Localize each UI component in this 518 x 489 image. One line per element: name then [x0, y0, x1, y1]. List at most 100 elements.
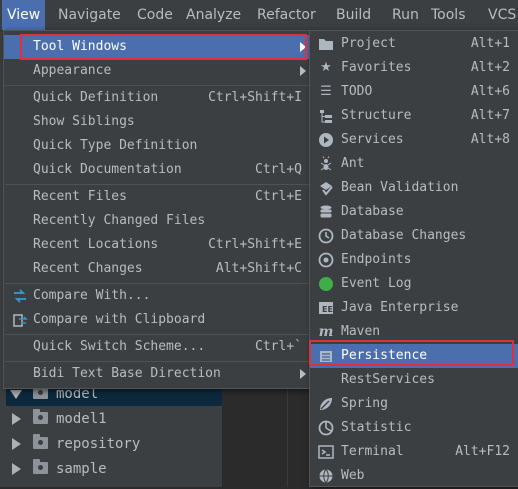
menu-navigate[interactable]: Navigate [58, 0, 121, 30]
menu-item-recent-locations[interactable]: Recent Locations Ctrl+Shift+E [4, 233, 310, 257]
submenu-arrow-icon [300, 369, 306, 379]
tree-item-label: sample [56, 461, 107, 477]
menu-item-appearance[interactable]: Appearance [4, 59, 310, 83]
menu-item-label: Compare with Clipboard [33, 312, 206, 327]
tree-item-model1[interactable]: model1 [6, 407, 222, 431]
menu-item-spring[interactable]: Spring [310, 392, 518, 416]
menu-item-quick-documentation[interactable]: Quick Documentation Ctrl+Q [4, 158, 310, 182]
terminal-icon [318, 444, 334, 460]
menu-item-event-log[interactable]: Event Log [310, 272, 518, 296]
menu-item-label: Ant [341, 156, 365, 171]
menu-item-label: TODO [341, 84, 373, 99]
menu-item-restservices[interactable]: RestServices [310, 368, 518, 392]
menu-build[interactable]: Build [336, 0, 371, 30]
menu-item-shortcut: Ctrl+Q [255, 162, 302, 177]
main-menubar: View Navigate Code Analyze Refactor Buil… [0, 0, 518, 31]
menu-item-label: Bean Validation [341, 180, 459, 195]
list-icon: ☰ [320, 84, 332, 99]
menu-item-recently-changed-files[interactable]: Recently Changed Files [4, 209, 310, 233]
menu-item-quick-definition[interactable]: Quick Definition Ctrl+Shift+I [4, 86, 310, 110]
services-icon [318, 132, 334, 148]
clipboard-compare-icon [12, 312, 28, 328]
menu-item-ant[interactable]: Ant [310, 152, 518, 176]
tree-item-label: repository [56, 436, 141, 452]
menu-tools[interactable]: Tools [431, 0, 466, 30]
menu-item-shortcut: Alt+6 [470, 84, 510, 99]
menu-run[interactable]: Run [392, 0, 419, 30]
menu-code[interactable]: Code [137, 0, 173, 30]
menu-item-compare-with[interactable]: Compare With... [4, 284, 310, 308]
menu-item-show-siblings[interactable]: Show Siblings [4, 110, 310, 134]
menu-item-statistic[interactable]: Statistic [310, 416, 518, 440]
menu-item-label: Quick Switch Scheme... [33, 339, 206, 354]
menu-item-label: Quick Definition [33, 90, 159, 105]
menu-item-recent-files[interactable]: Recent Files Ctrl+E [4, 185, 310, 209]
menu-item-label: Endpoints [341, 252, 412, 267]
editor-right-margin-line [287, 384, 288, 487]
menu-item-label: Database [341, 204, 404, 219]
menu-item-database[interactable]: Database [310, 200, 518, 224]
web-globe-icon [318, 468, 334, 484]
menu-item-bean-validation[interactable]: Bean Validation [310, 176, 518, 200]
maven-icon: m [318, 324, 334, 340]
menu-item-java-enterprise[interactable]: EE Java Enterprise [310, 296, 518, 320]
menu-vcs[interactable]: VCS [488, 0, 516, 30]
menu-item-shortcut: Alt+8 [470, 132, 510, 147]
endpoints-icon [318, 252, 334, 268]
menu-item-shortcut: Ctrl+Shift+I [208, 90, 302, 105]
menu-item-label: Web [341, 468, 365, 483]
menu-item-favorites[interactable]: ★ Favorites Alt+2 [310, 56, 518, 80]
menu-item-label: Structure [341, 108, 412, 123]
menu-item-shortcut: Alt+Shift+C [215, 261, 302, 276]
menu-item-shortcut: Alt+1 [470, 36, 510, 51]
event-log-icon [318, 276, 334, 292]
menu-item-label: Quick Type Definition [33, 138, 198, 153]
menu-item-quick-switch-scheme[interactable]: Quick Switch Scheme... Ctrl+` [4, 335, 310, 359]
menu-item-quick-type-definition[interactable]: Quick Type Definition [4, 134, 310, 158]
menu-item-label: Appearance [33, 63, 112, 78]
collapse-arrow-icon[interactable] [12, 438, 21, 450]
menu-item-label: Event Log [341, 276, 412, 291]
menu-item-shortcut: Ctrl+E [255, 189, 302, 204]
tree-item-repository[interactable]: repository [6, 432, 222, 456]
menu-item-services[interactable]: Services Alt+8 [310, 128, 518, 152]
structure-icon [318, 108, 334, 124]
spring-leaf-icon [318, 396, 334, 412]
menu-item-compare-with-clipboard[interactable]: Compare with Clipboard [4, 308, 310, 332]
tool-windows-annotation-box [20, 34, 307, 60]
tool-windows-submenu: Project Alt+1 ★ Favorites Alt+2 ☰ TODO A… [309, 30, 518, 487]
project-tree: model model1 repository sample [6, 382, 222, 487]
menu-view[interactable]: View [2, 0, 46, 30]
menu-item-label: Java Enterprise [341, 300, 459, 315]
expand-arrow-icon[interactable] [10, 390, 22, 399]
menu-item-todo[interactable]: ☰ TODO Alt+6 [310, 80, 518, 104]
package-folder-icon [33, 459, 48, 474]
menu-item-label: Spring [341, 396, 388, 411]
collapse-arrow-icon[interactable] [12, 413, 21, 425]
menu-item-web[interactable]: Web [310, 464, 518, 488]
menu-item-label: Quick Documentation [33, 162, 182, 177]
menu-analyze[interactable]: Analyze [186, 0, 241, 30]
menu-refactor[interactable]: Refactor [257, 0, 316, 30]
persistence-annotation-box [309, 340, 514, 366]
java-enterprise-icon: EE [318, 300, 334, 316]
menu-item-label: Recent Locations [33, 237, 159, 252]
menu-item-label: Services [341, 132, 404, 147]
bean-validation-icon [318, 180, 334, 196]
menu-item-project[interactable]: Project Alt+1 [310, 32, 518, 56]
menu-item-label: Terminal [341, 444, 404, 459]
menu-item-recent-changes[interactable]: Recent Changes Alt+Shift+C [4, 257, 310, 281]
folder-icon [318, 36, 334, 52]
tree-item-sample[interactable]: sample [6, 457, 222, 481]
collapse-arrow-icon[interactable] [12, 463, 21, 475]
menu-item-endpoints[interactable]: Endpoints [310, 248, 518, 272]
ant-icon [318, 156, 334, 172]
menu-item-label: Recent Changes [33, 261, 143, 276]
menu-item-shortcut: Alt+7 [470, 108, 510, 123]
statistic-icon [318, 420, 334, 436]
menu-item-database-changes[interactable]: Database Changes [310, 224, 518, 248]
menu-item-terminal[interactable]: Terminal Alt+F12 [310, 440, 518, 464]
menu-item-bidi-text-base-direction[interactable]: Bidi Text Base Direction [4, 362, 310, 386]
menu-item-label: RestServices [341, 372, 435, 387]
menu-item-structure[interactable]: Structure Alt+7 [310, 104, 518, 128]
